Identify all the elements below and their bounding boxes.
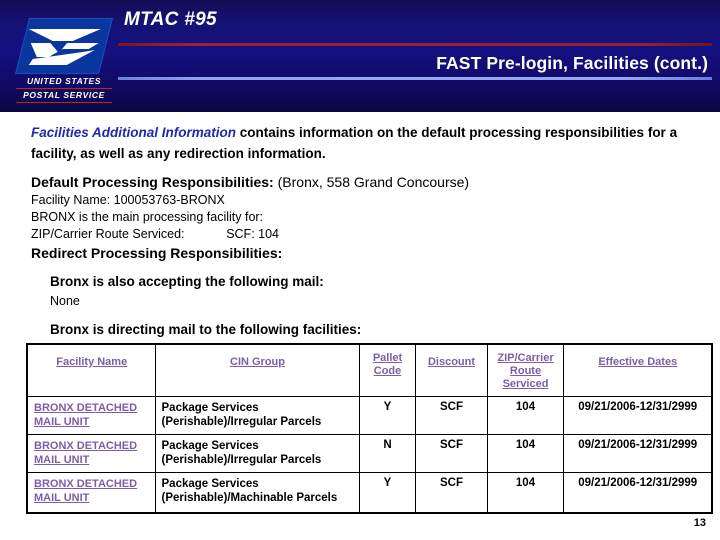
cin-group-line1: Package Services — [161, 440, 259, 452]
table-header-row: Facility Name CIN Group Pallet Code Disc… — [26, 343, 713, 397]
usps-eagle-mark — [15, 18, 113, 74]
column-header-discount-link[interactable]: Discount — [428, 356, 475, 369]
cell-effective-dates: 09/21/2006-12/31/2999 — [562, 434, 713, 473]
intro-paragraph: Facilities Additional Information contai… — [31, 122, 681, 164]
redirect-processing-heading: Redirect Processing Responsibilities: — [31, 245, 283, 261]
cell-cin-group: Package Services (Perishable)/Irregular … — [154, 396, 360, 435]
accepting-mail-value: None — [50, 294, 80, 308]
cin-group-line2: (Perishable)/Machinable Parcels — [161, 492, 338, 504]
default-processing-heading-suffix: (Bronx, 558 Grand Concourse) — [273, 174, 470, 190]
cell-facility-name[interactable]: BRONX DETACHED MAIL UNIT — [26, 396, 156, 435]
cell-pallet-code: Y — [358, 472, 416, 513]
cell-discount: SCF — [414, 434, 488, 473]
column-header-discount[interactable]: Discount — [414, 343, 488, 397]
table-row: BRONX DETACHED MAIL UNIT Package Service… — [26, 434, 713, 473]
header-red-rule — [118, 43, 712, 46]
default-processing-heading-label: Default Processing Responsibilities: — [31, 174, 274, 190]
default-processing-heading: Default Processing Responsibilities: (Br… — [31, 172, 671, 192]
cell-zip-route: 104 — [486, 472, 564, 513]
usps-wordmark: UNITED STATES POSTAL SERVICE — [16, 76, 112, 103]
cell-discount: SCF — [414, 396, 488, 435]
column-header-pallet-code[interactable]: Pallet Code — [358, 343, 416, 397]
cell-effective-dates: 09/21/2006-12/31/2999 — [562, 472, 713, 513]
facility-name-link[interactable]: BRONX DETACHED MAIL UNIT — [34, 439, 150, 467]
cin-group-line2: (Perishable)/Irregular Parcels — [161, 416, 322, 428]
cell-zip-route: 104 — [486, 396, 564, 435]
table-row: BRONX DETACHED MAIL UNIT Package Service… — [26, 396, 713, 435]
facility-name-link[interactable]: BRONX DETACHED MAIL UNIT — [34, 401, 150, 429]
cin-group-line1: Package Services — [161, 478, 259, 490]
slide-subtitle: FAST Pre-login, Facilities (cont.) — [436, 53, 708, 73]
cell-cin-group: Package Services (Perishable)/Irregular … — [154, 434, 360, 473]
column-header-cin-group-link[interactable]: CIN Group — [230, 356, 285, 369]
slide-header-band: UNITED STATES POSTAL SERVICE MTAC #95 FA… — [0, 0, 720, 112]
accepting-mail-block: Bronx is also accepting the following ma… — [50, 272, 670, 310]
cin-group-line1: Package Services — [161, 402, 259, 414]
cell-cin-group: Package Services (Perishable)/Machinable… — [154, 472, 360, 513]
usps-wordmark-line2: POSTAL SERVICE — [16, 90, 112, 103]
page-number: 13 — [693, 517, 706, 529]
cell-discount: SCF — [414, 472, 488, 513]
column-header-effective-dates[interactable]: Effective Dates — [562, 343, 713, 397]
column-header-facility-name-link[interactable]: Facility Name — [56, 356, 127, 369]
table-row: BRONX DETACHED MAIL UNIT Package Service… — [26, 472, 713, 513]
default-processing-block: Default Processing Responsibilities: (Br… — [31, 172, 671, 263]
directing-mail-heading: Bronx is directing mail to the following… — [50, 322, 362, 337]
eagle-icon — [28, 29, 101, 65]
accepting-mail-heading: Bronx is also accepting the following ma… — [50, 274, 324, 289]
column-header-facility-name[interactable]: Facility Name — [26, 343, 156, 397]
cin-group-line2: (Perishable)/Irregular Parcels — [161, 454, 322, 466]
column-header-cin-group[interactable]: CIN Group — [154, 343, 360, 397]
usps-wordmark-line1: UNITED STATES — [16, 76, 112, 89]
usps-logo: UNITED STATES POSTAL SERVICE — [14, 18, 114, 108]
cell-pallet-code: Y — [358, 396, 416, 435]
intro-lead-term: Facilities Additional Information — [31, 125, 237, 140]
column-header-zip-route[interactable]: ZIP/Carrier Route Serviced — [486, 343, 564, 397]
cell-effective-dates: 09/21/2006-12/31/2999 — [562, 396, 713, 435]
directed-facilities-table: Facility Name CIN Group Pallet Code Disc… — [26, 343, 713, 514]
cell-pallet-code: N — [358, 434, 416, 473]
header-blue-rule — [118, 77, 712, 80]
cell-zip-route: 104 — [486, 434, 564, 473]
facility-name-line: Facility Name: 100053763-BRONX — [31, 193, 225, 207]
facility-name-link[interactable]: BRONX DETACHED MAIL UNIT — [34, 477, 150, 505]
cell-facility-name[interactable]: BRONX DETACHED MAIL UNIT — [26, 434, 156, 473]
mtac-title: MTAC #95 — [124, 9, 217, 30]
column-header-effective-dates-link[interactable]: Effective Dates — [598, 356, 677, 369]
main-facility-line: BRONX is the main processing facility fo… — [31, 210, 264, 224]
slide-content: Facilities Additional Information contai… — [0, 112, 720, 540]
zip-route-serviced-line: ZIP/Carrier Route Serviced: SCF: 104 — [31, 227, 279, 241]
column-header-pallet-code-link[interactable]: Pallet Code — [366, 352, 410, 378]
column-header-zip-route-link[interactable]: ZIP/Carrier Route Serviced — [494, 352, 558, 391]
cell-facility-name[interactable]: BRONX DETACHED MAIL UNIT — [26, 472, 156, 513]
